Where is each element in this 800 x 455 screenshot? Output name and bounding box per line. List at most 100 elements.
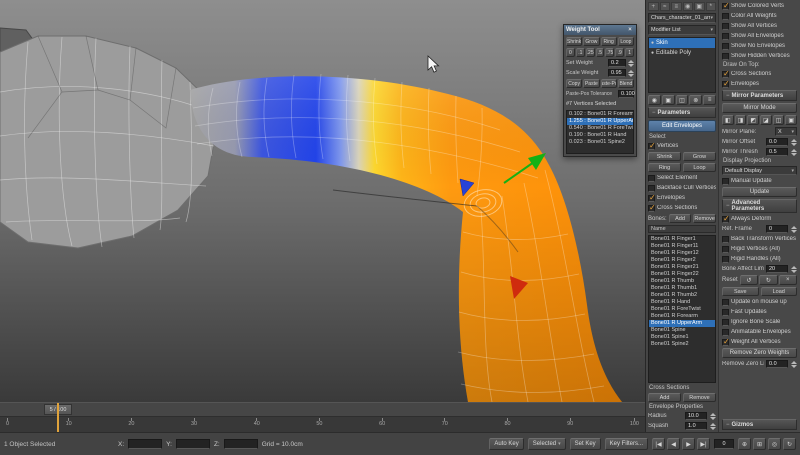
checkbox[interactable] [722, 319, 729, 326]
checkbox[interactable] [648, 185, 655, 192]
update-button[interactable]: Update [722, 187, 797, 197]
display-option-row[interactable]: Show All Vertices [722, 22, 797, 30]
mirror-plane-dropdown[interactable]: X ▾ [775, 127, 797, 136]
checkbox[interactable] [722, 71, 729, 78]
mirror-paste-button[interactable]: ◫ [773, 115, 785, 125]
weight-list-item[interactable]: 1.255 : Bone01 R UpperArm [567, 118, 633, 125]
radius-spinner[interactable] [710, 413, 716, 420]
coord-x-field[interactable] [128, 439, 162, 449]
modifier-list-dropdown[interactable]: Modifier List ▾ [648, 25, 716, 35]
spin-up-icon[interactable] [628, 60, 634, 63]
paste-pos-tolerance-field[interactable]: 0.100 [618, 90, 634, 98]
mirror-thresh-field[interactable]: 0.5 [766, 148, 788, 156]
bone-list-item[interactable]: Bone01 R Finger12 [649, 250, 715, 257]
track-bar[interactable]: 0 10 20 30 [0, 417, 645, 433]
bone-list-item[interactable]: Bone01 R Finger22 [649, 271, 715, 278]
radius-field[interactable]: 10.0 [685, 412, 707, 420]
checkbox[interactable] [722, 309, 729, 316]
advanced-parameters-rollout-header[interactable]: − Advanced Parameters [722, 199, 797, 213]
spin-down-icon[interactable] [791, 270, 797, 273]
command-panel-tab[interactable]: ◉ [683, 2, 694, 11]
viewport-nav-button[interactable]: ◎ [768, 438, 781, 450]
bone-list-item[interactable]: Bone01 Spine2 [649, 341, 715, 348]
time-cursor[interactable] [57, 403, 59, 433]
command-panel-tab[interactable]: ≈ [660, 2, 671, 11]
time-slider-track[interactable]: 5 / 100 [0, 403, 645, 417]
draw-on-top-option-row[interactable]: Envelopes [722, 80, 797, 88]
bone-affect-limit-spinner[interactable] [791, 266, 797, 273]
remove-bone-button[interactable]: Remove [693, 214, 716, 223]
checkbox[interactable] [722, 256, 729, 263]
key-filters-button[interactable]: Key Filters... [605, 438, 648, 450]
remove-zero-limit-spinner[interactable] [791, 361, 797, 368]
stack-tool-button[interactable]: ▣ [662, 95, 675, 105]
checkbox[interactable] [722, 53, 729, 60]
bone-list-item[interactable]: Bone01 R Thumb2 [649, 292, 715, 299]
coord-z-field[interactable] [224, 439, 258, 449]
modifier-bulb-icon[interactable]: ● [651, 40, 654, 46]
display-option-row[interactable]: Show Colored Verts [722, 2, 797, 10]
weight-tool-titlebar[interactable]: Weight Tool × [564, 25, 636, 35]
select-option-row[interactable]: Backface Cull Vertices [648, 184, 716, 192]
ref-frame-spinner[interactable] [791, 226, 797, 233]
spin-down-icon[interactable] [791, 365, 797, 368]
weight-tool-select-button[interactable]: Ring [601, 37, 617, 46]
stack-tool-button[interactable]: ◫ [676, 95, 689, 105]
mirror-paste-button[interactable]: ▣ [785, 115, 797, 125]
checkbox[interactable] [722, 246, 729, 253]
bone-list-item[interactable]: Bone01 R Finger1 [649, 236, 715, 243]
display-option-row[interactable]: Show All Envelopes [722, 32, 797, 40]
weight-preset-button[interactable]: .5 [596, 48, 605, 57]
stack-tool-button[interactable]: ◉ [648, 95, 661, 105]
select-option-row[interactable]: Select Element [648, 174, 716, 182]
stack-tool-button[interactable]: ⊗ [689, 95, 702, 105]
edit-envelopes-button[interactable]: Edit Envelopes [648, 120, 716, 132]
reset-button[interactable]: ↻ [759, 275, 777, 285]
command-panel-tab[interactable]: ▣ [694, 2, 705, 11]
mirror-paste-button[interactable]: ◪ [760, 115, 772, 125]
spin-down-icon[interactable] [791, 153, 797, 156]
advanced-option-row[interactable]: Weight All Vertices [722, 338, 797, 346]
command-panel-tab[interactable]: ≡ [671, 2, 682, 11]
checkbox[interactable] [648, 205, 655, 212]
modifier-stack-item[interactable]: ● Skin [649, 38, 715, 48]
reset-button[interactable]: ↺ [740, 275, 758, 285]
vertex-select-button[interactable]: Grow [683, 152, 716, 161]
mirror-paste-button[interactable]: ◧ [722, 115, 734, 125]
weight-clipboard-button[interactable]: Blend [618, 79, 634, 88]
weight-clipboard-button[interactable]: Copy [566, 79, 582, 88]
checkbox[interactable] [648, 175, 655, 182]
vertex-select-button[interactable]: Shrink [648, 152, 681, 161]
checkbox[interactable] [722, 81, 729, 88]
gizmos-rollout-header[interactable]: − Gizmos [722, 419, 797, 430]
display-projection-dropdown[interactable]: Default Display ▾ [722, 166, 797, 175]
manual-update-row[interactable]: Manual Update [722, 177, 797, 185]
selected-mode-dropdown[interactable]: Selected ▾ [528, 438, 566, 450]
weight-preset-button[interactable]: .25 [586, 48, 595, 57]
checkbox[interactable] [722, 33, 729, 40]
spin-up-icon[interactable] [791, 139, 797, 142]
checkbox[interactable] [722, 299, 729, 306]
modifier-bulb-icon[interactable]: ● [651, 50, 654, 56]
advanced-option-row[interactable]: Ignore Bone Scale [722, 318, 797, 326]
advanced-option-row[interactable]: Update on mouse up [722, 298, 797, 306]
weight-preset-button[interactable]: 0 [566, 48, 575, 57]
weight-list-item[interactable]: 0.102 : Bone01 R Forearm [567, 111, 633, 118]
weight-preset-button[interactable]: 1 [625, 48, 634, 57]
checkbox[interactable] [722, 236, 729, 243]
weight-clipboard-button[interactable]: Paste-Pos [601, 79, 617, 88]
squash-field[interactable]: 1.0 [685, 422, 707, 430]
checkbox[interactable] [722, 23, 729, 30]
bone-affect-limit-field[interactable]: 20 [766, 265, 788, 273]
spin-down-icon[interactable] [710, 427, 716, 430]
spin-down-icon[interactable] [628, 64, 634, 67]
spin-up-icon[interactable] [710, 423, 716, 426]
always-deform-checkbox[interactable] [722, 216, 729, 223]
viewport[interactable]: Weight Tool × ShrinkGrowRingLoop 0.1.25.… [0, 0, 645, 402]
weight-preset-button[interactable]: .1 [576, 48, 585, 57]
ref-frame-field[interactable]: 0 [766, 225, 788, 233]
object-name-dropdown[interactable]: Chars_character_01_arms ▾ [648, 13, 716, 23]
close-icon[interactable]: × [626, 27, 634, 33]
bone-list-item[interactable]: Bone01 R Thumb1 [649, 285, 715, 292]
auto-key-button[interactable]: Auto Key [489, 438, 523, 450]
